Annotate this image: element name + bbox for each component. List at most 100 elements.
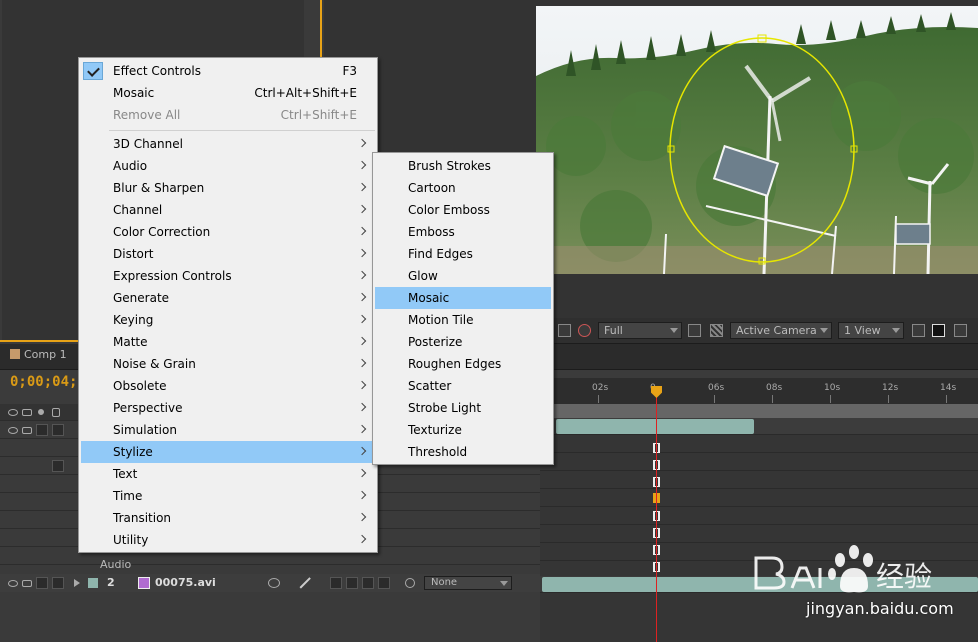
composition-preview[interactable] [536,6,978,274]
time-ruler[interactable]: 02s 0 06s 08s 10s 12s 14s [540,378,978,404]
switch-box[interactable] [52,460,64,472]
tick-label: 14s [940,383,957,393]
solo-box[interactable] [36,577,48,589]
layer-name[interactable]: 00075.avi [155,576,216,589]
chevron-right-icon [357,534,367,544]
track-row [540,472,978,489]
tick-label: 10s [824,383,841,393]
menu-item-text[interactable]: Text [81,463,375,485]
menu-item-obsolete[interactable]: Obsolete [81,375,375,397]
toggle-pixel-aspect-icon[interactable] [912,324,925,337]
submenu-item-roughen-edges[interactable]: Roughen Edges [375,353,551,375]
speaker-icon[interactable] [22,580,32,587]
menu-item-generate[interactable]: Generate [81,287,375,309]
submenu-item-scatter[interactable]: Scatter [375,375,551,397]
menu-item-label: Mosaic [113,86,155,100]
menu-item-time[interactable]: Time [81,485,375,507]
channel-icon[interactable] [558,324,571,337]
playhead-line[interactable] [656,386,657,642]
submenu-item-brush-strokes[interactable]: Brush Strokes [375,155,551,177]
lock-box[interactable] [52,424,64,436]
menu-item-effect-controls[interactable]: Effect Controls F3 [81,60,375,82]
track-row [540,418,978,435]
solo-box[interactable] [36,424,48,436]
submenu-item-posterize[interactable]: Posterize [375,331,551,353]
watermark-url: jingyan.baidu.com [806,599,954,618]
timeline-icon[interactable] [954,324,967,337]
menu-item-mosaic[interactable]: Mosaic Ctrl+Alt+Shift+E [81,82,375,104]
menu-item-label: Transition [113,511,172,525]
transparency-grid-icon[interactable] [710,324,723,337]
menu-item-shortcut: Ctrl+Shift+E [280,108,357,122]
layer-1-bar[interactable] [556,419,754,434]
menu-item-simulation[interactable]: Simulation [81,419,375,441]
speaker-icon[interactable] [22,409,32,416]
menu-item-color-correction[interactable]: Color Correction [81,221,375,243]
menu-item-3d-channel[interactable]: 3D Channel [81,133,375,155]
eye-icon[interactable] [8,427,18,434]
work-area-bar[interactable] [540,404,978,418]
quality-icon[interactable] [299,577,311,589]
tick-mark [598,395,599,403]
menu-item-matte[interactable]: Matte [81,331,375,353]
camera-select[interactable]: Active Camera [730,322,832,339]
resolution-select[interactable]: Full [598,322,682,339]
switch-box[interactable] [378,577,390,589]
menu-item-audio[interactable]: Audio [81,155,375,177]
menu-item-utility[interactable]: Utility [81,529,375,551]
menu-item-transition[interactable]: Transition [81,507,375,529]
submenu-item-glow[interactable]: Glow [375,265,551,287]
submenu-item-strobe-light[interactable]: Strobe Light [375,397,551,419]
preview-image [536,6,978,274]
speaker-icon[interactable] [22,427,32,434]
submenu-item-mosaic[interactable]: Mosaic [375,287,551,309]
submenu-item-threshold[interactable]: Threshold [375,441,551,463]
menu-item-blur-sharpen[interactable]: Blur & Sharpen [81,177,375,199]
fast-previews-icon[interactable] [932,324,945,337]
layer-row-2[interactable]: 2 00075.avi None [0,574,540,592]
menu-item-keying[interactable]: Keying [81,309,375,331]
chevron-right-icon [357,314,367,324]
switch-box[interactable] [330,577,342,589]
chevron-down-icon [892,328,900,333]
switch-box[interactable] [362,577,374,589]
region-of-interest-icon[interactable] [688,324,701,337]
menu-item-label: Perspective [113,401,183,415]
menu-item-expression-controls[interactable]: Expression Controls [81,265,375,287]
submenu-item-color-emboss[interactable]: Color Emboss [375,199,551,221]
tick-mark [946,395,947,403]
lock-box[interactable] [52,577,64,589]
menu-item-channel[interactable]: Channel [81,199,375,221]
chevron-down-icon [670,328,678,333]
shy-icon[interactable] [268,578,280,588]
eye-icon[interactable] [8,580,18,587]
tab-label: Comp 1 [24,348,67,361]
switch-box[interactable] [346,577,358,589]
color-channels-icon[interactable] [578,324,591,337]
audio-property: Audio [100,558,131,571]
submenu-item-find-edges[interactable]: Find Edges [375,243,551,265]
tab-comp-1[interactable]: Comp 1 [10,348,67,361]
pickwhip-icon[interactable] [405,578,415,588]
view-layout-select[interactable]: 1 View [838,322,904,339]
menu-item-stylize[interactable]: Stylize [81,441,375,463]
submenu-item-cartoon[interactable]: Cartoon [375,177,551,199]
submenu-item-motion-tile[interactable]: Motion Tile [375,309,551,331]
menu-item-noise-grain[interactable]: Noise & Grain [81,353,375,375]
label-color-swatch[interactable] [88,578,98,588]
chevron-right-icon [357,512,367,522]
current-time-display[interactable]: 0;00;04;0 [10,374,86,390]
expand-arrow-icon[interactable] [74,579,80,587]
parent-select[interactable]: None [424,576,512,590]
chevron-down-icon [820,328,828,333]
eye-icon[interactable] [8,409,18,416]
submenu-item-texturize[interactable]: Texturize [375,419,551,441]
submenu-item-emboss[interactable]: Emboss [375,221,551,243]
comp-icon [10,349,20,359]
menu-item-distort[interactable]: Distort [81,243,375,265]
menu-item-perspective[interactable]: Perspective [81,397,375,419]
lock-icon[interactable] [52,408,60,417]
solo-icon[interactable] [38,409,44,415]
chevron-right-icon [357,160,367,170]
parent-value: None [431,577,458,588]
